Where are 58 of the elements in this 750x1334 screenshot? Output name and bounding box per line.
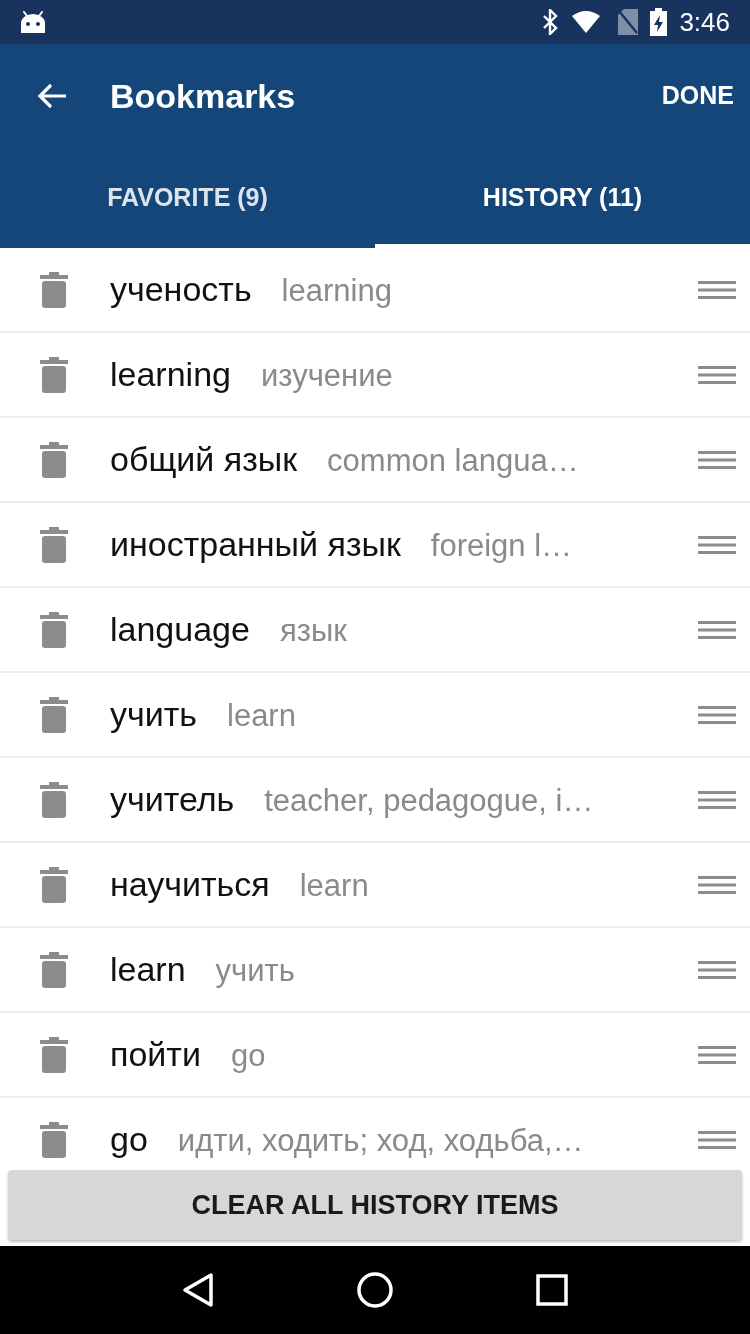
drag-handle-icon[interactable] bbox=[698, 620, 736, 639]
trash-icon[interactable] bbox=[40, 866, 68, 903]
recents-square-icon[interactable] bbox=[536, 1274, 569, 1306]
history-word: language bbox=[110, 609, 250, 650]
history-word: learning bbox=[110, 354, 231, 395]
trash-icon[interactable] bbox=[40, 611, 68, 648]
translation-text: teacher, pedagogue, i… bbox=[264, 782, 594, 820]
clear-history-button[interactable]: CLEAR ALL HISTORY ITEMS bbox=[8, 1170, 742, 1240]
drag-handle-icon[interactable] bbox=[698, 790, 736, 809]
translation-text: go bbox=[230, 1037, 266, 1075]
history-word: общий язык bbox=[110, 439, 298, 480]
translation-text: идти, ходить; ход, ходьба,… bbox=[177, 1122, 584, 1160]
history-word: пойти bbox=[110, 1034, 201, 1075]
drag-handle-icon[interactable] bbox=[698, 875, 736, 894]
drag-handle-icon[interactable] bbox=[698, 705, 736, 724]
drag-handle-icon[interactable] bbox=[698, 960, 736, 979]
translation-text: learning bbox=[281, 272, 392, 310]
translation-text: learn bbox=[299, 867, 369, 905]
home-circle-icon[interactable] bbox=[357, 1272, 393, 1308]
drag-handle-icon[interactable] bbox=[698, 280, 736, 299]
trash-icon[interactable] bbox=[40, 696, 68, 733]
history-word: учить bbox=[110, 694, 197, 735]
trash-icon[interactable] bbox=[40, 356, 68, 393]
translation-text: learn bbox=[227, 697, 296, 735]
trash-icon[interactable] bbox=[40, 1121, 68, 1158]
translation-text: язык bbox=[279, 612, 347, 650]
no-sim-icon bbox=[618, 9, 639, 35]
drag-handle-icon[interactable] bbox=[698, 450, 736, 469]
screen-title: Bookmarks bbox=[110, 75, 296, 117]
history-word: ученость bbox=[110, 269, 252, 310]
history-word: научиться bbox=[110, 864, 270, 905]
status-time: 3:46 bbox=[679, 9, 730, 35]
trash-icon[interactable] bbox=[40, 441, 68, 478]
trash-icon[interactable] bbox=[40, 1036, 68, 1073]
bluetooth-icon bbox=[542, 9, 559, 35]
history-word: учитель bbox=[110, 779, 235, 820]
tab[interactable]: FAVORITE (9) bbox=[0, 148, 375, 248]
history-word: go bbox=[110, 1119, 148, 1160]
translation-text: изучение bbox=[261, 357, 393, 395]
translation-text: common langua… bbox=[327, 442, 579, 480]
back-arrow-icon bbox=[37, 83, 67, 109]
drag-handle-icon[interactable] bbox=[698, 1130, 736, 1149]
trash-icon[interactable] bbox=[40, 951, 68, 988]
drag-handle-icon[interactable] bbox=[698, 365, 736, 384]
drag-handle-icon[interactable] bbox=[698, 1045, 736, 1064]
trash-icon[interactable] bbox=[40, 271, 68, 308]
drag-handle-icon[interactable] bbox=[698, 535, 736, 554]
back-triangle-icon[interactable] bbox=[181, 1272, 214, 1308]
trash-icon[interactable] bbox=[40, 781, 68, 818]
translation-text: foreign l… bbox=[430, 527, 573, 565]
translation-text: учить bbox=[215, 952, 295, 990]
wifi-icon bbox=[572, 11, 601, 33]
battery-charging-icon bbox=[650, 8, 668, 36]
history-word: learn bbox=[110, 949, 186, 990]
done-button[interactable]: DONE bbox=[659, 68, 736, 124]
android-robot-icon bbox=[20, 11, 46, 33]
history-word: иностранный язык bbox=[110, 524, 401, 565]
trash-icon[interactable] bbox=[40, 526, 68, 563]
